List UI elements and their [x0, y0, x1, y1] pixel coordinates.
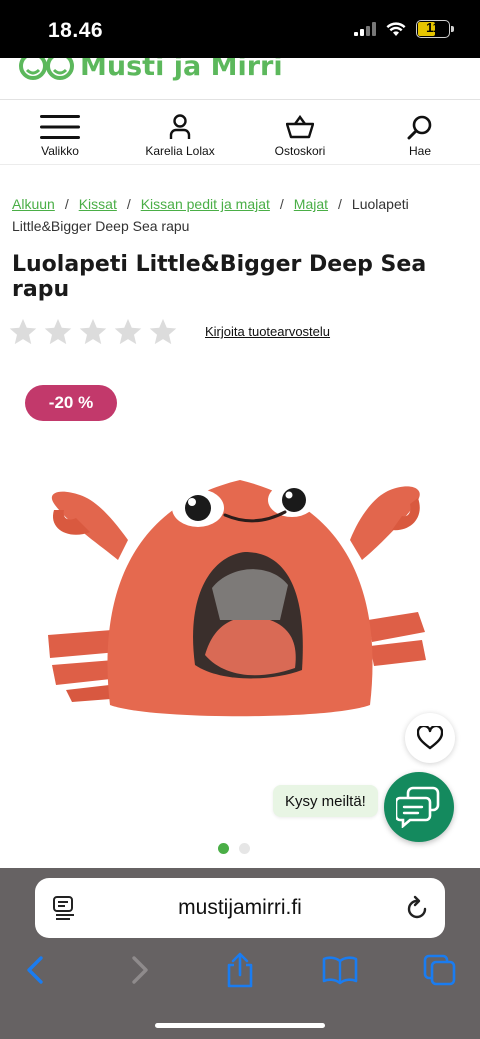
star-icon [9, 318, 37, 345]
share-icon [227, 952, 253, 988]
star-icon [114, 318, 142, 345]
add-to-favorites-button[interactable] [405, 713, 455, 763]
carousel-dot-2[interactable] [239, 843, 250, 854]
cellular-signal-icon [354, 22, 376, 36]
reload-icon[interactable] [405, 895, 429, 921]
chat-icon [396, 786, 440, 828]
shopping-basket-icon [286, 115, 314, 139]
crab-cave-bed-image[interactable] [40, 470, 440, 730]
carousel-indicator [218, 843, 250, 854]
hamburger-menu-icon [40, 115, 80, 139]
status-bar: 18.46 11 [0, 0, 480, 58]
status-time: 18.46 [48, 19, 104, 42]
breadcrumb-link-cat-houses[interactable]: Majat [294, 196, 328, 212]
nav-account-button[interactable]: Karelia Lolax [125, 113, 235, 158]
write-review-link[interactable]: Kirjoita tuotearvostelu [205, 324, 330, 339]
breadcrumb-link-cats[interactable]: Kissat [79, 196, 117, 212]
breadcrumb-separator: / [338, 196, 342, 212]
chevron-right-icon [132, 956, 148, 984]
chat-button[interactable] [384, 772, 454, 842]
share-button[interactable] [220, 952, 260, 988]
logo-mark-icon [19, 58, 74, 80]
star-icon [79, 318, 107, 345]
chevron-left-icon [27, 956, 43, 984]
user-icon [169, 114, 191, 139]
home-indicator [155, 1023, 325, 1028]
logo-text: Musti ja Mirri [80, 58, 283, 82]
browser-toolbar: mustijamirri.fi [0, 868, 480, 1039]
carousel-dot-1[interactable] [218, 843, 229, 854]
nav-search-button[interactable]: Hae [365, 113, 475, 158]
star-icon [44, 318, 72, 345]
nav-account-label: Karelia Lolax [145, 144, 215, 158]
bookmarks-button[interactable] [320, 952, 360, 988]
book-icon [322, 956, 358, 985]
chat-prompt-text: Kysy meiltä! [285, 792, 366, 810]
breadcrumb-link-cat-beds[interactable]: Kissan pedit ja majat [141, 196, 270, 212]
breadcrumb-separator: / [126, 196, 131, 212]
nav-search-label: Hae [408, 144, 431, 158]
discount-badge: -20 % [25, 385, 117, 421]
main-nav: Valikko Karelia Lolax Ostoskori Hae [0, 101, 480, 165]
product-title: Luolapeti Little&Bigger Deep Sea rapu [12, 252, 427, 302]
rating-stars [8, 317, 178, 347]
status-icons: 11 [354, 20, 454, 38]
star-icon [149, 318, 177, 345]
back-button[interactable] [15, 952, 55, 988]
breadcrumb-link-home[interactable]: Alkuun [12, 196, 55, 212]
nav-menu-button[interactable]: Valikko [5, 113, 115, 158]
wifi-icon [386, 21, 406, 36]
battery-level: 11 [426, 20, 440, 35]
forward-button[interactable] [120, 952, 160, 988]
search-icon [407, 115, 432, 140]
chat-prompt-bubble[interactable]: Kysy meiltä! [273, 785, 378, 817]
breadcrumb-separator: / [64, 196, 69, 212]
heart-icon [417, 726, 443, 750]
url-text: mustijamirri.fi [178, 896, 302, 919]
breadcrumb-separator: / [279, 196, 284, 212]
nav-cart-button[interactable]: Ostoskori [245, 113, 355, 158]
site-logo[interactable]: Musti ja Mirri [18, 58, 283, 86]
tabs-button[interactable] [420, 952, 460, 988]
address-bar[interactable]: mustijamirri.fi [35, 878, 445, 938]
nav-cart-label: Ostoskori [274, 144, 326, 158]
tabs-icon [423, 954, 456, 986]
battery-icon: 11 [416, 20, 454, 38]
nav-menu-label: Valikko [41, 144, 79, 158]
breadcrumb: Alkuun / Kissat / Kissan pedit ja majat / Maja… [12, 193, 468, 237]
site-header: Musti ja Mirri [0, 58, 480, 100]
